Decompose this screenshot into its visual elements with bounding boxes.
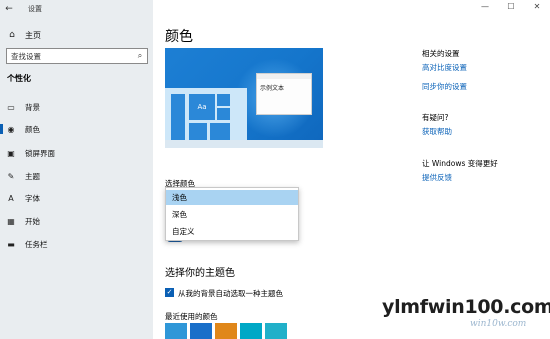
sidebar-item-start[interactable]: ▦ 开始	[0, 214, 153, 228]
sidebar-item-label: 字体	[25, 193, 40, 203]
preview-tile	[210, 123, 230, 140]
sidebar-item-colors[interactable]: ◉ 颜色	[0, 122, 153, 136]
color-swatch[interactable]	[240, 323, 262, 339]
window-title: 设置	[28, 5, 42, 13]
sidebar-item-label: 锁屏界面	[25, 148, 55, 158]
page-title: 颜色	[165, 29, 193, 45]
color-swatch[interactable]	[265, 323, 287, 339]
color-swatch[interactable]	[215, 323, 237, 339]
window-controls: — ☐ ✕	[472, 0, 550, 14]
sidebar-item-label: 背景	[25, 102, 40, 112]
section-title: 个性化	[7, 74, 31, 83]
accent-color-heading: 选择你的主题色	[165, 268, 235, 279]
lock-screen-icon: ▣	[7, 148, 15, 158]
improve-windows-heading: 让 Windows 变得更好	[422, 159, 498, 168]
home-nav-item[interactable]: ⌂ 主页	[0, 28, 153, 42]
font-icon: A	[8, 193, 14, 203]
preview-tile	[171, 94, 185, 140]
preview-tile	[217, 108, 230, 120]
sidebar-item-fonts[interactable]: A 字体	[0, 191, 153, 205]
search-placeholder: 查找设置	[11, 51, 41, 61]
preview-window: 示例文本	[256, 73, 312, 115]
preview-tile	[189, 123, 207, 140]
preview-tile-aa: Aa	[189, 94, 215, 120]
title-bar: ← 设置	[0, 0, 153, 18]
palette-icon: ◉	[7, 124, 15, 134]
preview-tile	[217, 94, 230, 106]
color-preview: Aa 示例文本	[165, 48, 323, 148]
sidebar-item-themes[interactable]: ✎ 主题	[0, 169, 153, 183]
search-input[interactable]: 查找设置 ⌕	[6, 48, 148, 64]
close-icon[interactable]: ✕	[524, 0, 550, 14]
color-mode-dropdown[interactable]: 浅色 深色 自定义	[165, 187, 299, 241]
watermark-sub: win10w.com	[470, 319, 527, 329]
sidebar-item-taskbar[interactable]: ▬ 任务栏	[0, 237, 153, 251]
back-arrow-icon[interactable]: ←	[0, 0, 18, 18]
dropdown-option-dark[interactable]: 深色	[166, 207, 298, 222]
home-label: 主页	[25, 30, 41, 40]
start-icon: ▦	[7, 216, 15, 226]
preview-start-menu: Aa	[165, 88, 247, 148]
auto-accent-checkbox[interactable]: ✓	[165, 288, 174, 297]
question-heading: 有疑问?	[422, 113, 449, 122]
sidebar-item-background[interactable]: ▭ 背景	[0, 100, 153, 114]
get-help-link[interactable]: 获取帮助	[422, 126, 452, 137]
preview-sample-text: 示例文本	[260, 85, 285, 92]
active-indicator	[0, 124, 3, 134]
sync-settings-link[interactable]: 同步你的设置	[422, 81, 467, 92]
high-contrast-link[interactable]: 高对比度设置	[422, 62, 467, 73]
minimize-icon[interactable]: —	[472, 0, 498, 14]
auto-accent-label[interactable]: 从我的背景自动选取一种主题色	[178, 288, 283, 299]
main-panel: — ☐ ✕ 颜色 Aa 示例文本 选择颜色 浅色 深色 自定义 选择你的主题色 …	[153, 0, 550, 339]
preview-taskbar	[165, 140, 323, 148]
color-swatch[interactable]	[190, 323, 212, 339]
related-settings-heading: 相关的设置	[422, 49, 460, 58]
recent-colors-row	[165, 323, 290, 339]
brush-icon: ✎	[7, 171, 15, 181]
sidebar-item-lock-screen[interactable]: ▣ 锁屏界面	[0, 146, 153, 160]
dropdown-option-light[interactable]: 浅色	[166, 190, 298, 205]
color-swatch[interactable]	[165, 323, 187, 339]
maximize-icon[interactable]: ☐	[498, 0, 524, 14]
sidebar: ← 设置 ⌂ 主页 查找设置 ⌕ 个性化 ▭ 背景 ◉ 颜色 ▣ 锁屏界面 ✎ …	[0, 0, 153, 339]
sidebar-item-label: 任务栏	[25, 239, 48, 249]
home-icon: ⌂	[9, 30, 15, 40]
feedback-link[interactable]: 提供反馈	[422, 172, 452, 183]
sidebar-item-label: 主题	[25, 171, 40, 181]
watermark-main: ylmfwin100.com	[382, 296, 550, 318]
dropdown-option-custom[interactable]: 自定义	[166, 224, 298, 239]
image-icon: ▭	[7, 102, 15, 112]
search-icon[interactable]: ⌕	[133, 51, 147, 61]
sidebar-item-label: 开始	[25, 216, 40, 226]
recent-colors-heading: 最近使用的颜色	[165, 312, 218, 321]
sidebar-item-label: 颜色	[25, 124, 40, 134]
taskbar-icon: ▬	[7, 239, 15, 249]
